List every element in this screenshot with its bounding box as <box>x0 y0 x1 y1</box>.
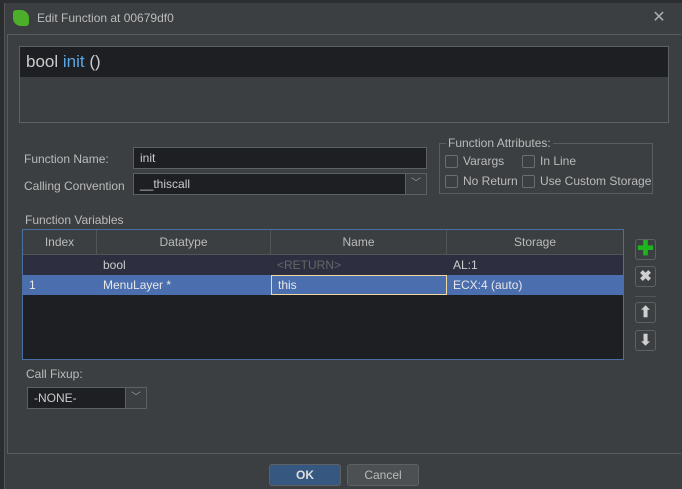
move-down-button[interactable]: ⬇ <box>635 330 656 351</box>
signature-function-name: init <box>62 52 85 71</box>
checkbox-box[interactable] <box>522 174 535 188</box>
chevron-down-icon[interactable]: ﹀ <box>125 388 146 408</box>
divider <box>635 296 656 297</box>
varargs-label: Varargs <box>463 154 505 168</box>
signature-editor[interactable]: bool init () <box>19 46 669 123</box>
cancel-button[interactable]: Cancel <box>347 464 419 486</box>
add-variable-button[interactable]: ✚ <box>635 239 656 260</box>
table-row-selected[interactable]: 1 MenuLayer * this ECX:4 (auto) <box>23 275 623 295</box>
function-variables-title: Function Variables <box>25 213 124 227</box>
ghidra-dragon-icon <box>13 10 29 26</box>
cell-index[interactable]: 1 <box>23 275 97 295</box>
arrow-up-icon: ⬆ <box>639 304 652 321</box>
ok-button[interactable]: OK <box>269 464 341 486</box>
inline-checkbox[interactable]: In Line <box>522 154 576 168</box>
call-fixup-label: Call Fixup: <box>26 367 83 381</box>
table-row[interactable]: bool <RETURN> AL:1 <box>23 255 623 275</box>
calling-convention-select[interactable]: __thiscall ﹀ <box>133 173 427 195</box>
delete-variable-button[interactable]: ✖ <box>635 266 656 287</box>
move-up-button[interactable]: ⬆ <box>635 302 656 323</box>
function-attributes-title: Function Attributes: <box>446 136 553 150</box>
variables-table: Index Datatype Name Storage bool <RETURN… <box>22 229 624 360</box>
dialog-title: Edit Function at 00679df0 <box>37 11 174 25</box>
cell-index[interactable] <box>23 255 97 275</box>
plus-icon: ✚ <box>637 238 654 260</box>
signature-params: () <box>89 52 101 71</box>
arrow-down-icon: ⬇ <box>639 332 652 349</box>
cell-name-editing[interactable]: this <box>271 275 447 295</box>
varargs-checkbox[interactable]: Varargs <box>445 154 504 168</box>
cell-datatype[interactable]: MenuLayer * <box>97 275 271 295</box>
function-attributes-group: Function Attributes: Varargs In Line No … <box>439 136 653 194</box>
cell-storage[interactable]: ECX:4 (auto) <box>447 275 623 295</box>
table-header: Index Datatype Name Storage <box>23 230 623 255</box>
title-bar: Edit Function at 00679df0 ✕ <box>5 3 682 33</box>
function-name-input[interactable]: init <box>133 147 427 169</box>
calling-convention-label: Calling Convention <box>24 179 125 193</box>
close-icon[interactable]: ✕ <box>649 8 669 28</box>
cell-datatype[interactable]: bool <box>97 255 271 275</box>
column-header-name[interactable]: Name <box>271 230 447 254</box>
checkbox-box[interactable] <box>445 174 458 188</box>
custom-storage-checkbox[interactable]: Use Custom Storage <box>522 174 651 188</box>
cell-name[interactable]: <RETURN> <box>271 255 447 275</box>
checkbox-box[interactable] <box>522 154 535 168</box>
column-header-index[interactable]: Index <box>23 230 97 254</box>
no-return-checkbox[interactable]: No Return <box>445 174 518 188</box>
signature-line[interactable]: bool init () <box>20 47 668 77</box>
cell-storage[interactable]: AL:1 <box>447 255 623 275</box>
inline-label: In Line <box>540 154 577 168</box>
call-fixup-value: -NONE- <box>34 391 77 405</box>
chevron-down-icon[interactable]: ﹀ <box>405 174 426 194</box>
column-header-datatype[interactable]: Datatype <box>97 230 271 254</box>
signature-return-type: bool <box>26 52 59 71</box>
x-icon: ✖ <box>639 268 652 285</box>
checkbox-box[interactable] <box>445 154 458 168</box>
custom-storage-label: Use Custom Storage <box>540 174 652 188</box>
column-header-storage[interactable]: Storage <box>447 230 623 254</box>
edit-function-dialog: Edit Function at 00679df0 ✕ bool init ()… <box>4 3 682 489</box>
no-return-label: No Return <box>463 174 518 188</box>
function-name-label: Function Name: <box>24 152 109 166</box>
calling-convention-value: __thiscall <box>140 177 191 191</box>
call-fixup-select[interactable]: -NONE- ﹀ <box>27 387 147 409</box>
